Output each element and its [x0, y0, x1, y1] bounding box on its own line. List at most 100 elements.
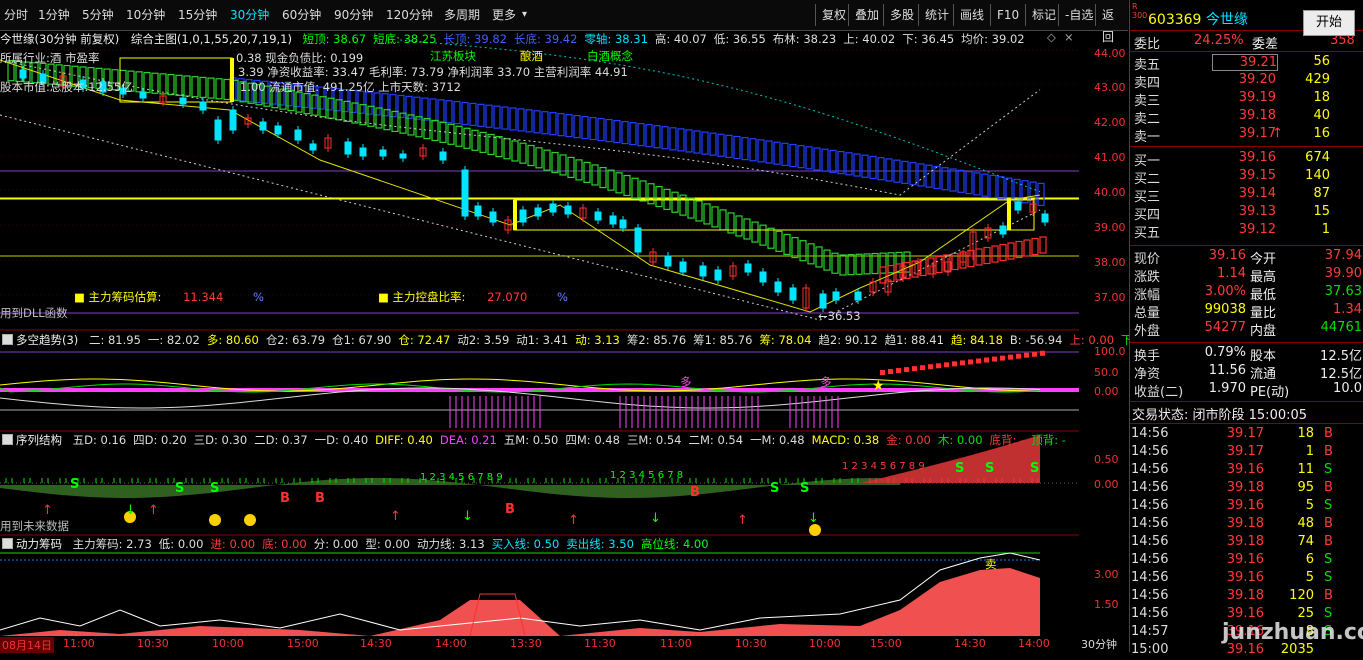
- tick-side: B: [1324, 444, 1333, 459]
- period-tab-2[interactable]: 5分钟: [82, 6, 114, 24]
- panel4-title[interactable]: 动力筹码: [16, 537, 62, 551]
- short-channel-bar: [743, 218, 751, 240]
- toolbar-action-8[interactable]: 返回: [1095, 4, 1128, 44]
- toolbar-action-4[interactable]: 画线: [953, 4, 990, 26]
- candle-body: [294, 129, 302, 141]
- rising-channel-bar: [999, 243, 1007, 262]
- start-button[interactable]: 开始: [1303, 10, 1355, 36]
- candle-body: [789, 287, 797, 301]
- stat2-value: 12.5亿: [1320, 349, 1362, 364]
- x-tick: 15:00: [287, 637, 319, 650]
- x-tick: 10:00: [809, 637, 841, 650]
- stat-label: 量比: [1250, 306, 1277, 321]
- tick-price: 39.16: [1226, 552, 1264, 567]
- y-tick-main: 41.00: [1094, 151, 1126, 164]
- trend-marker: [952, 361, 957, 367]
- toolbar-action-0[interactable]: 复权: [815, 4, 852, 26]
- long-channel-bar: [525, 109, 533, 133]
- toolbar-action-3[interactable]: 统计: [918, 4, 955, 26]
- period-tab-8[interactable]: 120分钟: [386, 6, 433, 24]
- short-channel-bar: [895, 251, 903, 274]
- sector-tag[interactable]: 江苏板块: [430, 49, 476, 63]
- panel3-checkbox[interactable]: [2, 434, 13, 445]
- long-channel-bar: [565, 114, 573, 138]
- more-dropdown-icon[interactable]: ▾: [522, 6, 527, 24]
- sell-level-2[interactable]: 卖二 39.18 40: [1130, 108, 1363, 127]
- long-channel-bar: [869, 155, 877, 180]
- buy-level-volume: 140: [1305, 168, 1330, 183]
- tick-side: S: [1324, 606, 1333, 621]
- panel-close-icon[interactable]: ×: [1064, 30, 1074, 44]
- short-channel-bar: [311, 94, 319, 116]
- candle-body: [179, 97, 187, 105]
- x-tick: 14:30: [360, 637, 392, 650]
- long-channel-bar: [773, 141, 781, 165]
- sell-level-label: 卖五: [1134, 58, 1161, 73]
- stat-label: 现价: [1134, 252, 1161, 267]
- buy-level-2[interactable]: 买二 39.15 140: [1130, 168, 1363, 187]
- long-channel-bar: [765, 140, 773, 164]
- x-tick: 11:00: [660, 637, 692, 650]
- long-channel-bar: [693, 130, 701, 154]
- toolbar-action-7[interactable]: -自选: [1058, 4, 1099, 26]
- trend-marker: [976, 358, 981, 364]
- period-tab-1[interactable]: 1分钟: [38, 6, 70, 24]
- buy-level-label: 买三: [1134, 190, 1161, 205]
- long-channel-bar: [661, 126, 669, 150]
- up-arrow-icon: ↑: [42, 503, 53, 518]
- sell-level-4[interactable]: 卖四 39.20 429: [1130, 72, 1363, 91]
- panel3-title[interactable]: 序列结构: [16, 433, 62, 447]
- indicator-value: 短底: 38.25: [373, 32, 437, 46]
- period-tab-3[interactable]: 10分钟: [126, 6, 165, 24]
- indicator-value: 趋2: 90.12: [818, 333, 878, 347]
- sell-signal-icon: S: [955, 461, 964, 476]
- buy-level-4[interactable]: 买四 39.13 15: [1130, 204, 1363, 223]
- toolbar-action-2[interactable]: 多股: [883, 4, 920, 26]
- buy-level-label: 买四: [1134, 208, 1161, 223]
- sell-level-1[interactable]: 卖一 39.17 16 ↑: [1130, 126, 1363, 145]
- candle-body: [229, 109, 237, 131]
- tick-side: S: [1324, 552, 1333, 567]
- stat2-label: 流通: [1250, 367, 1277, 382]
- toolbar-action-1[interactable]: 叠加: [848, 4, 885, 26]
- trend-marker: [960, 360, 965, 366]
- period-tab-7[interactable]: 90分钟: [334, 6, 373, 24]
- toolbar-action-6[interactable]: 标记: [1025, 4, 1062, 26]
- candle-body: [549, 203, 557, 213]
- period-tab-5[interactable]: 30分钟: [230, 6, 269, 24]
- main-chart-title: 今世缘(30分钟 前复权): [0, 32, 120, 46]
- panel4-checkbox[interactable]: [2, 538, 13, 549]
- buy-level-label: 买一: [1134, 154, 1161, 169]
- indicator-value: 动2: 3.59: [457, 333, 510, 347]
- buy-level-3[interactable]: 买三 39.14 87: [1130, 186, 1363, 205]
- sell-level-3[interactable]: 卖三 39.19 18: [1130, 90, 1363, 109]
- period-tab-6[interactable]: 60分钟: [282, 6, 321, 24]
- tick-price: 39.16: [1226, 606, 1264, 621]
- long-channel-bar: [725, 134, 733, 158]
- panel2-checkbox[interactable]: [2, 334, 13, 345]
- period-tab-4[interactable]: 15分钟: [178, 6, 217, 24]
- buy-level-1[interactable]: 买一 39.16 674: [1130, 150, 1363, 169]
- candle-body: [259, 121, 267, 131]
- trend-marker: [920, 365, 925, 371]
- indicator-value: 筹1: 85.76: [693, 333, 753, 347]
- sell-signal-icon: S: [800, 481, 809, 496]
- sell-level-5[interactable]: 卖五 39.21 56: [1130, 54, 1363, 73]
- sector-tag[interactable]: 白酒概念: [587, 49, 633, 63]
- panel2-title[interactable]: 多空趋势(3): [16, 333, 78, 347]
- period-tab-10[interactable]: 更多: [492, 6, 516, 24]
- period-indicator[interactable]: 30分钟: [1081, 636, 1117, 652]
- long-channel-bar: [957, 169, 965, 193]
- sector-tag[interactable]: 酿酒: [520, 49, 543, 63]
- period-tab-9[interactable]: 多周期: [444, 6, 480, 24]
- toolbar-action-5[interactable]: F10: [990, 4, 1025, 26]
- candle-body: [199, 101, 207, 111]
- main-indicator-name[interactable]: 综合主图(1,0,1,55,20,7,19,1): [131, 32, 292, 46]
- long-channel-bar: [629, 122, 637, 146]
- buy-level-5[interactable]: 买五 39.12 1: [1130, 222, 1363, 241]
- short-channel-bar: [135, 71, 143, 93]
- panel-collapse-icon[interactable]: ◇: [1047, 30, 1056, 44]
- indicator-value: 筹: 78.04: [759, 333, 812, 347]
- period-tab-0[interactable]: 分时: [4, 6, 28, 24]
- stat-label: 最低: [1250, 288, 1277, 303]
